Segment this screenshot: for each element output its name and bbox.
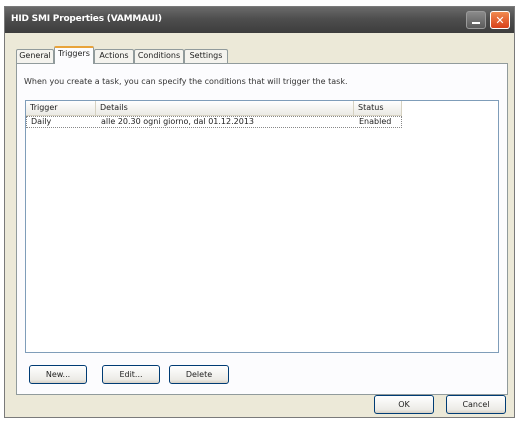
window-title: HID SMI Properties (VAMMAUI) (11, 14, 162, 24)
trigger-details: alle 20.30 ogni giorno, dal 01.12.2013 (101, 117, 255, 126)
cancel-button[interactable]: Cancel (446, 395, 506, 414)
task-properties-window: HID SMI Properties (VAMMAUI) ✕ General T… (4, 6, 515, 418)
close-icon: ✕ (495, 13, 505, 27)
tab-triggers[interactable]: Triggers (54, 46, 94, 64)
tab-general[interactable]: General (16, 49, 54, 63)
column-header-details[interactable]: Details (96, 101, 354, 115)
triggers-description: When you create a task, you can specify … (24, 77, 348, 86)
trigger-row[interactable]: Daily alle 20.30 ogni giorno, dal 01.12.… (26, 116, 402, 128)
tab-actions[interactable]: Actions (94, 49, 134, 63)
trigger-status: Enabled (359, 117, 392, 126)
trigger-type: Daily (31, 117, 52, 126)
tab-settings[interactable]: Settings (184, 49, 228, 63)
minimize-button[interactable] (466, 11, 486, 29)
ok-button[interactable]: OK (374, 395, 434, 414)
delete-trigger-button[interactable]: Delete (169, 365, 229, 384)
list-header: Trigger Details Status (26, 101, 402, 116)
triggers-panel: When you create a task, you can specify … (16, 63, 508, 395)
column-header-status[interactable]: Status (354, 101, 402, 115)
edit-trigger-button[interactable]: Edit... (102, 365, 160, 384)
title-bar[interactable]: HID SMI Properties (VAMMAUI) ✕ (5, 7, 514, 33)
triggers-list[interactable]: Trigger Details Status Daily alle 20.30 … (25, 100, 499, 353)
column-header-trigger[interactable]: Trigger (26, 101, 96, 115)
minimize-icon (472, 22, 480, 24)
close-button[interactable]: ✕ (490, 11, 510, 29)
tab-conditions[interactable]: Conditions (134, 49, 184, 63)
new-trigger-button[interactable]: New... (29, 365, 87, 384)
